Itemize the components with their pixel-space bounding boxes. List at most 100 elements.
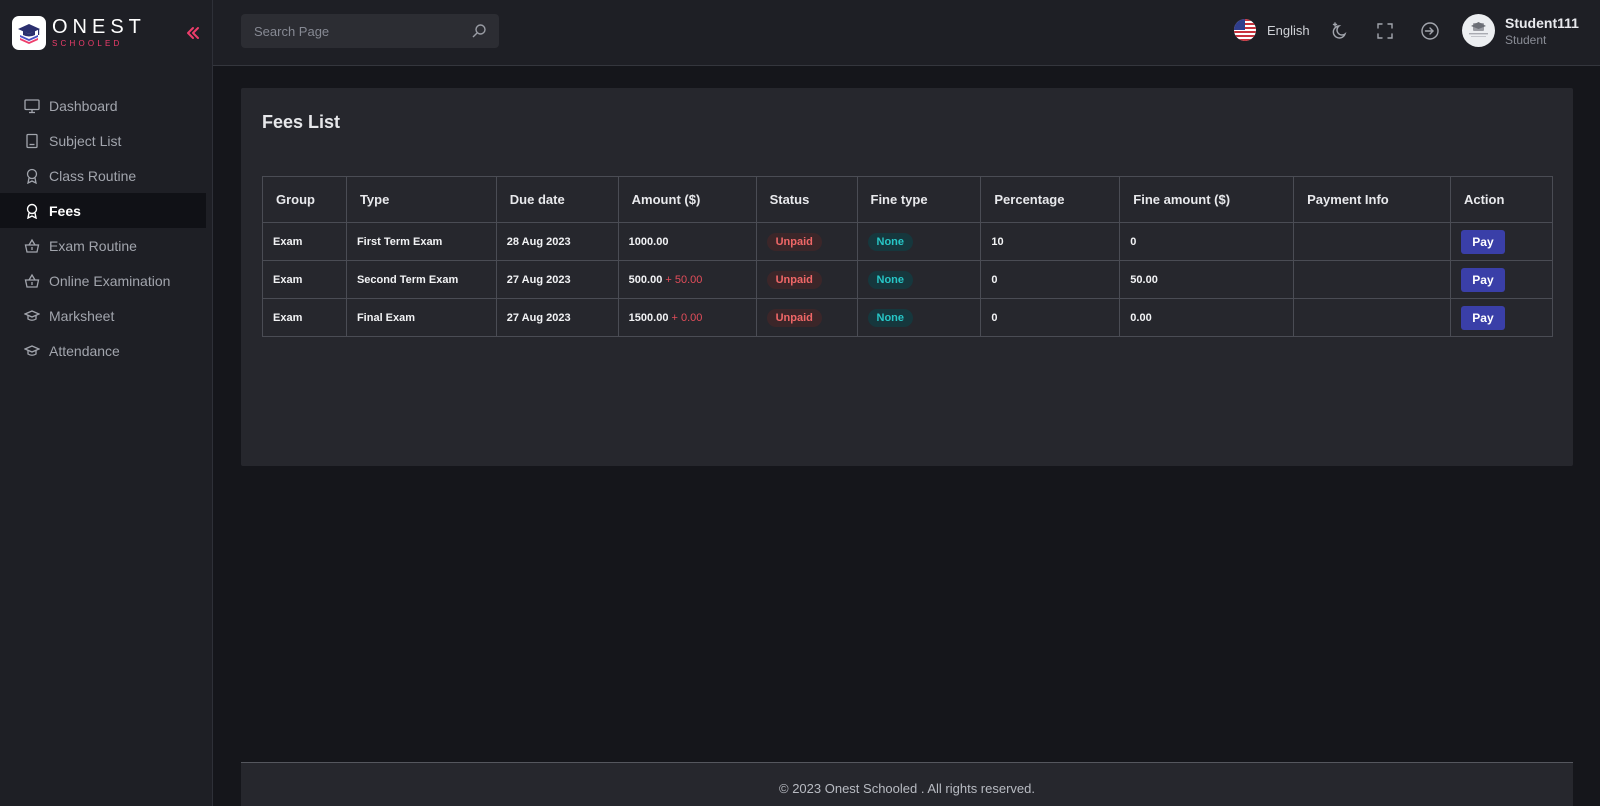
search-input[interactable] — [241, 14, 461, 48]
status-badge: Unpaid — [766, 308, 822, 327]
logo-tagline: SCHOOLED — [52, 38, 123, 48]
language-label: English — [1267, 22, 1310, 38]
column-header: Amount ($) — [617, 176, 757, 223]
due-date-cell: 28 Aug 2023 — [495, 222, 619, 261]
user-role: Student — [1505, 33, 1547, 47]
sidebar-item-label: Marksheet — [49, 307, 115, 324]
fine-type-badge: None — [867, 308, 913, 327]
fine-type-cell: None — [856, 260, 982, 299]
fine-amount-cell: 0.00 — [1119, 298, 1295, 337]
percentage-cell: 0 — [980, 298, 1121, 337]
fine-type-cell: None — [856, 222, 982, 261]
award-icon — [24, 168, 40, 184]
status-cell: Unpaid — [755, 222, 858, 261]
sidebar-item-label: Online Examination — [49, 272, 171, 289]
sidebar-item-online-examination[interactable]: Online Examination — [0, 263, 206, 298]
status-badge: Unpaid — [766, 270, 822, 289]
sidebar-nav: Dashboard Subject List Class Routine Fee… — [0, 88, 206, 368]
search-icon[interactable] — [471, 23, 487, 39]
fine-type-cell: None — [856, 298, 982, 337]
payment-info-cell — [1293, 260, 1451, 299]
avatar[interactable] — [1462, 14, 1495, 47]
payment-info-cell — [1293, 298, 1451, 337]
fine-amount-cell: 50.00 — [1119, 260, 1295, 299]
fine-type-badge: None — [867, 270, 913, 289]
pay-button[interactable]: Pay — [1460, 229, 1505, 254]
amount-value: 1500.00 — [628, 311, 669, 324]
user-name: Student111 — [1505, 15, 1579, 31]
sidebar-item-label: Fees — [49, 202, 81, 219]
column-header: Action — [1449, 176, 1554, 223]
status-cell: Unpaid — [755, 260, 858, 299]
sidebar-item-fees[interactable]: Fees — [0, 193, 206, 228]
sidebar-item-label: Dashboard — [49, 97, 118, 114]
sidebar-item-attendance[interactable]: Attendance — [0, 333, 206, 368]
amount-cell: 1500.00 + 0.00 — [617, 298, 757, 337]
logo-name: ONEST — [52, 15, 146, 38]
type-cell: Final Exam — [345, 298, 497, 337]
fine-type-badge: None — [867, 232, 913, 251]
fees-table: Group Type Due date Amount ($) Status Fi… — [262, 176, 1554, 337]
sidebar-item-marksheet[interactable]: Marksheet — [0, 298, 206, 333]
sidebar-item-class-routine[interactable]: Class Routine — [0, 158, 206, 193]
top-header: English Student111 Student — [213, 0, 1600, 66]
dark-mode-icon[interactable] — [1331, 21, 1351, 41]
sidebar-item-label: Subject List — [49, 132, 122, 149]
type-cell: Second Term Exam — [345, 260, 497, 299]
table-row: Exam First Term Exam 28 Aug 2023 1000.00… — [262, 222, 1554, 261]
logout-icon[interactable] — [1420, 21, 1440, 41]
award-icon — [24, 203, 40, 219]
type-cell: First Term Exam — [345, 222, 497, 261]
sidebar: ONEST SCHOOLED Dashboard Subject List Cl… — [0, 0, 213, 806]
sidebar-item-subject-list[interactable]: Subject List — [0, 123, 206, 158]
sidebar-item-label: Exam Routine — [49, 237, 137, 254]
fine-addition: + 50.00 — [665, 273, 703, 286]
amount-value: 1000.00 — [628, 235, 669, 248]
sidebar-item-exam-routine[interactable]: Exam Routine — [0, 228, 206, 263]
collapse-sidebar-icon[interactable] — [184, 24, 202, 42]
column-header: Payment Info — [1293, 176, 1451, 223]
fine-amount-cell: 0 — [1119, 222, 1295, 261]
pay-button[interactable]: Pay — [1460, 305, 1505, 330]
basket-icon — [24, 273, 40, 289]
column-header: Type — [345, 176, 497, 223]
due-date-cell: 27 Aug 2023 — [495, 260, 619, 299]
group-cell: Exam — [262, 298, 347, 337]
footer: © 2023 Onest Schooled . All rights reser… — [241, 762, 1573, 806]
pay-button[interactable]: Pay — [1460, 267, 1505, 292]
amount-value: 500.00 — [628, 273, 663, 286]
column-header: Fine type — [856, 176, 982, 223]
search-box — [241, 14, 499, 48]
action-cell: Pay — [1449, 222, 1554, 261]
sidebar-item-dashboard[interactable]: Dashboard — [0, 88, 206, 123]
percentage-cell: 10 — [980, 222, 1121, 261]
graduation-cap-icon — [24, 308, 40, 324]
logo[interactable]: ONEST SCHOOLED — [12, 16, 146, 50]
percentage-cell: 0 — [980, 260, 1121, 299]
fullscreen-icon[interactable] — [1375, 21, 1395, 41]
us-flag-icon — [1234, 19, 1256, 41]
fine-addition: + 0.00 — [671, 311, 703, 324]
status-badge: Unpaid — [766, 232, 822, 251]
amount-cell: 500.00 + 50.00 — [617, 260, 757, 299]
sidebar-item-label: Attendance — [49, 342, 120, 359]
table-row: Exam Second Term Exam 27 Aug 2023 500.00… — [262, 260, 1554, 299]
logo-icon — [12, 16, 46, 50]
column-header: Group — [262, 176, 347, 223]
language-selector[interactable]: English — [1234, 19, 1310, 41]
action-cell: Pay — [1449, 260, 1554, 299]
amount-cell: 1000.00 — [617, 222, 757, 261]
table-header-row: Group Type Due date Amount ($) Status Fi… — [262, 176, 1554, 223]
group-cell: Exam — [262, 222, 347, 261]
column-header: Fine amount ($) — [1119, 176, 1295, 223]
table-row: Exam Final Exam 27 Aug 2023 1500.00 + 0.… — [262, 298, 1554, 337]
basket-icon — [24, 238, 40, 254]
status-cell: Unpaid — [755, 298, 858, 337]
payment-info-cell — [1293, 222, 1451, 261]
copyright-text: © 2023 Onest Schooled . All rights reser… — [779, 781, 1035, 796]
column-header: Percentage — [980, 176, 1121, 223]
graduation-cap-icon — [24, 343, 40, 359]
due-date-cell: 27 Aug 2023 — [495, 298, 619, 337]
monitor-icon — [24, 98, 40, 114]
fees-list-card: Fees List Group Type Due date Amount ($)… — [241, 88, 1573, 466]
